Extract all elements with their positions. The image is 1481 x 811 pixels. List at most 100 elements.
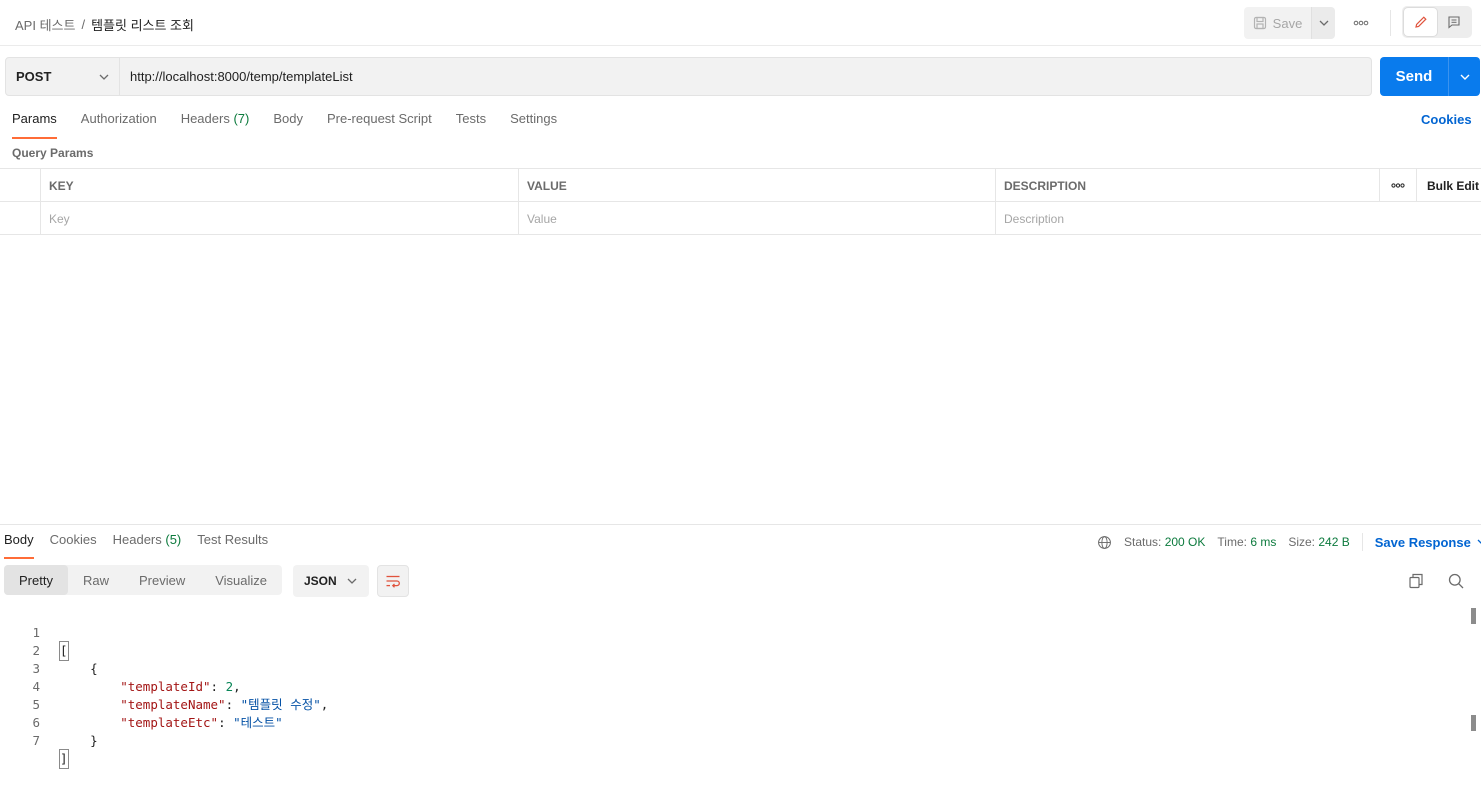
code-line: 5 "templateEtc": "테스트"	[0, 678, 1466, 730]
save-response-button[interactable]: Save Response	[1375, 535, 1481, 550]
more-icon	[1353, 20, 1369, 26]
chevron-down-icon	[99, 74, 109, 80]
tab-label: Authorization	[80, 111, 157, 126]
code-line: 7 ]	[0, 714, 1466, 769]
table-row: Key Value Description	[0, 202, 1481, 235]
response-tab-headers[interactable]: Headers (5)	[113, 532, 182, 556]
time-value: 6 ms	[1250, 535, 1277, 549]
description-column-header: DESCRIPTION	[995, 169, 1379, 202]
code-text: }	[60, 733, 98, 748]
tab-label: Headers	[112, 532, 162, 547]
send-button[interactable]: Send	[1380, 57, 1448, 96]
view-visualize[interactable]: Visualize	[200, 565, 282, 595]
tab-authorization[interactable]: Authorization	[81, 111, 157, 137]
tab-headers[interactable]: Headers (7)	[181, 111, 250, 137]
tab-label: Body	[273, 111, 303, 126]
header-divider	[1390, 10, 1391, 36]
method-select[interactable]: POST	[5, 57, 120, 96]
checkbox-column-header	[0, 169, 40, 202]
code-line: 2 {	[0, 624, 1466, 676]
code-line: 6 }	[0, 696, 1466, 748]
size-value: 242 B	[1318, 535, 1350, 549]
breadcrumb-separator: /	[81, 17, 86, 32]
scrollbar-marker[interactable]	[1471, 715, 1476, 731]
copy-icon[interactable]	[1407, 572, 1425, 590]
status-readout[interactable]: Status: 200 OK	[1124, 535, 1205, 549]
response-tab-cookies[interactable]: Cookies	[50, 532, 97, 556]
save-label: Save	[1272, 15, 1303, 31]
tab-label: Headers	[180, 111, 230, 126]
response-tabs: Body Cookies Headers (5) Test Results	[4, 532, 268, 559]
cookies-link[interactable]: Cookies	[1421, 112, 1472, 127]
send-group: Send	[1380, 57, 1480, 96]
params-table: KEY VALUE DESCRIPTION Bulk Edit Key Valu…	[0, 168, 1481, 235]
tab-label: Params	[12, 111, 57, 126]
top-bar: API 테스트 / 템플릿 리스트 조회 Save	[0, 0, 1481, 46]
tab-label: Tests	[455, 111, 487, 126]
save-group: Save	[1244, 7, 1335, 39]
tab-body[interactable]: Body	[273, 111, 303, 137]
code-line: 4 "templateName": "템플릿 수정",	[0, 660, 1466, 712]
tab-params[interactable]: Params	[12, 111, 57, 139]
globe-icon[interactable]	[1097, 535, 1112, 550]
code-text: ]	[59, 749, 69, 769]
status-value: 200 OK	[1164, 535, 1206, 549]
view-pretty[interactable]: Pretty	[4, 565, 68, 595]
pencil-icon	[1414, 16, 1427, 28]
url-text: http://localhost:8000/temp/templateList	[130, 69, 353, 84]
response-tab-test-results[interactable]: Test Results	[197, 532, 268, 556]
wrap-icon	[386, 575, 400, 588]
view-preview[interactable]: Preview	[124, 565, 200, 595]
column-options-button[interactable]	[1379, 169, 1416, 202]
tab-tests[interactable]: Tests	[456, 111, 486, 137]
tab-settings[interactable]: Settings	[510, 111, 557, 137]
url-input[interactable]: http://localhost:8000/temp/templateList	[120, 57, 1372, 96]
size-label: Size:	[1288, 535, 1316, 549]
tab-label: Settings	[510, 111, 558, 126]
tab-label: Body	[4, 532, 34, 547]
chevron-down-icon	[1460, 74, 1469, 80]
edit-mode-button[interactable]	[1404, 8, 1437, 36]
chevron-down-icon	[1477, 539, 1481, 545]
tab-pre-request-script[interactable]: Pre-request Script	[327, 111, 432, 137]
response-tab-body[interactable]: Body	[4, 532, 34, 559]
more-options-button[interactable]	[1348, 14, 1374, 32]
wrap-lines-button[interactable]	[377, 565, 409, 597]
send-options-button[interactable]	[1448, 57, 1480, 96]
view-raw[interactable]: Raw	[68, 565, 124, 595]
more-icon	[1391, 183, 1405, 188]
chevron-down-icon	[347, 578, 357, 584]
value-input[interactable]: Value	[518, 202, 995, 235]
view-mode-toggle: Pretty Raw Preview Visualize	[4, 565, 283, 595]
meta-divider	[1361, 533, 1363, 551]
key-input[interactable]: Key	[40, 202, 518, 235]
comments-button[interactable]	[1437, 8, 1470, 36]
method-label: POST	[16, 69, 52, 84]
size-readout[interactable]: Size: 242 B	[1288, 535, 1349, 549]
request-tabs: Params Authorization Headers (7) Body Pr…	[12, 111, 557, 139]
save-button[interactable]: Save	[1244, 7, 1311, 39]
response-body-editor[interactable]: 1 [ 2 { 3 "templateId": 2, 4 "templateNa…	[0, 606, 1466, 769]
breadcrumb: API 테스트 / 템플릿 리스트 조회	[15, 15, 194, 34]
breadcrumb-parent[interactable]: API 테스트	[15, 15, 75, 34]
scrollbar-marker[interactable]	[1471, 608, 1476, 624]
tab-count: (7)	[233, 111, 250, 126]
save-options-button[interactable]	[1311, 7, 1335, 39]
code-line: 3 "templateId": 2,	[0, 642, 1466, 694]
breadcrumb-current[interactable]: 템플릿 리스트 조회	[91, 15, 194, 34]
save-icon	[1253, 16, 1266, 30]
format-select[interactable]: JSON	[293, 565, 369, 597]
response-meta: Status: 200 OK Time: 6 ms Size: 242 B Sa…	[1097, 533, 1481, 551]
time-readout[interactable]: Time: 6 ms	[1217, 535, 1276, 549]
key-column-header: KEY	[40, 169, 518, 202]
description-input[interactable]: Description	[995, 202, 1379, 235]
tab-label: Pre-request Script	[326, 111, 432, 126]
line-number: 7	[32, 733, 40, 748]
comment-icon	[1447, 16, 1460, 29]
value-column-header: VALUE	[518, 169, 995, 202]
row-checkbox-cell	[0, 202, 40, 235]
response-divider[interactable]	[0, 524, 1481, 525]
bulk-edit-button[interactable]: Bulk Edit	[1416, 169, 1481, 202]
tab-label: Cookies	[49, 532, 97, 547]
search-icon[interactable]	[1447, 572, 1465, 590]
